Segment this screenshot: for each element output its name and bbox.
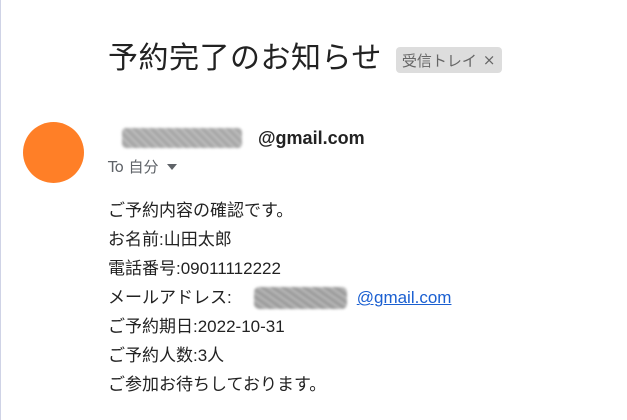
email-view: 予約完了のお知らせ 受信トレイ × @gmail.com To 自分 ご予約内容… bbox=[0, 0, 627, 420]
body-line-party-size: ご予約人数:3人 bbox=[108, 346, 225, 365]
body-line-date: ご予約期日:2022-10-31 bbox=[108, 317, 285, 336]
sender-email-domain[interactable]: @gmail.com bbox=[258, 128, 365, 149]
email-address-link[interactable]: @gmail.com bbox=[357, 283, 452, 312]
email-subject: 予約完了のお知らせ bbox=[108, 41, 382, 76]
close-icon[interactable]: × bbox=[483, 52, 496, 68]
sender-avatar[interactable] bbox=[23, 122, 84, 183]
inbox-label-chip[interactable]: 受信トレイ × bbox=[395, 47, 502, 73]
redacted-email-local-part bbox=[253, 286, 347, 309]
inbox-label-text: 受信トレイ bbox=[401, 51, 477, 70]
body-line-confirmation: ご予約内容の確認です。 bbox=[108, 201, 294, 220]
body-line-closing: ご参加お待ちしております。 bbox=[108, 375, 327, 394]
body-line-phone: 電話番号:09011112222 bbox=[108, 259, 281, 278]
body-line-name: お名前:山田太郎 bbox=[108, 230, 232, 249]
window-left-border bbox=[0, 0, 1, 420]
chevron-down-icon[interactable] bbox=[166, 164, 177, 170]
redacted-sender-name bbox=[122, 128, 242, 148]
subject-row: 予約完了のお知らせ 受信トレイ × bbox=[108, 36, 502, 82]
recipient-details-toggle[interactable]: To 自分 bbox=[108, 155, 177, 177]
email-address-label: メールアドレス: bbox=[108, 288, 232, 307]
recipient-label: To 自分 bbox=[108, 157, 159, 176]
sender-row: @gmail.com bbox=[108, 125, 365, 151]
body-line-email-address: メールアドレス: @gmail.com bbox=[108, 283, 451, 312]
email-body: ご予約内容の確認です。 お名前:山田太郎 電話番号:09011112222 メー… bbox=[108, 196, 451, 399]
cut-off-next-line bbox=[108, 410, 328, 420]
